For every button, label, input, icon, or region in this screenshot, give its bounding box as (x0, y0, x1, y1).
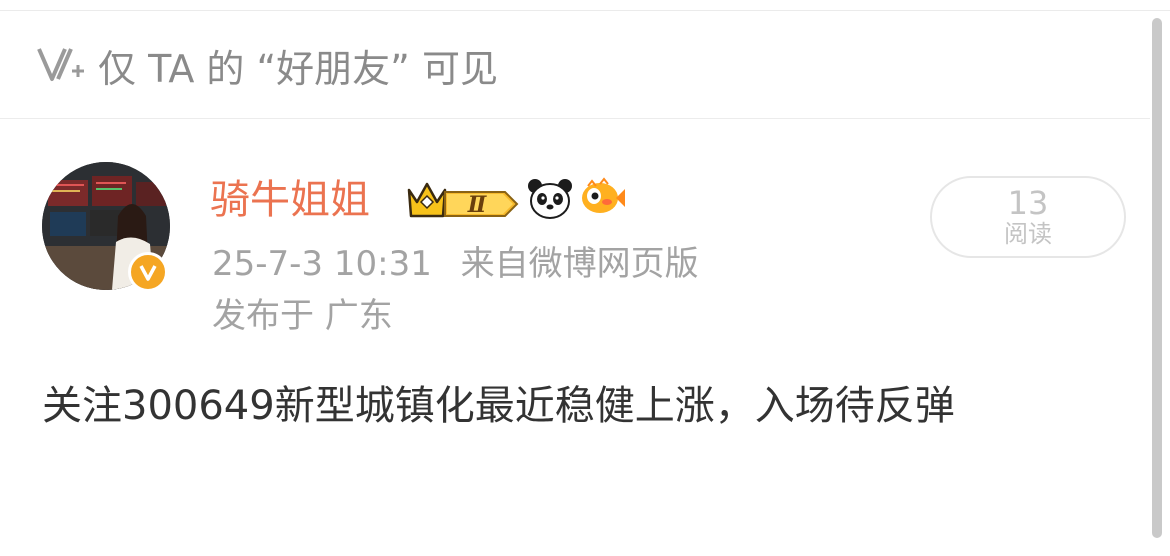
member-crown-badge-icon[interactable]: Ⅱ (405, 176, 523, 222)
scrollbar[interactable] (1152, 18, 1162, 538)
read-label: 阅读 (1004, 220, 1052, 248)
post-location: 发布于 广东 (212, 296, 393, 336)
friends-visibility-icon (37, 48, 84, 81)
section-divider (0, 118, 1150, 119)
fish-icon (578, 176, 626, 220)
post-meta: 25-7-3 10:31 来自微博网页版 (212, 244, 717, 284)
author-name[interactable]: 骑牛姐姐 (210, 176, 370, 224)
post-source: 来自微博网页版 (460, 244, 699, 284)
visibility-bar: 仅 TA 的 “好朋友” 可见 (0, 11, 1150, 119)
visibility-text: 仅 TA 的 “好朋友” 可见 (98, 47, 498, 91)
panda-icon (526, 176, 574, 220)
post-time: 25-7-3 10:31 (212, 244, 432, 284)
read-count-button[interactable]: 13 阅读 (930, 176, 1126, 258)
read-count: 13 (1007, 184, 1049, 222)
post-body-text: 关注300649新型城镇化最近稳健上涨，入场待反弹 (42, 383, 955, 429)
level-badge-text: Ⅱ (467, 192, 488, 218)
verified-badge-icon (128, 252, 168, 292)
